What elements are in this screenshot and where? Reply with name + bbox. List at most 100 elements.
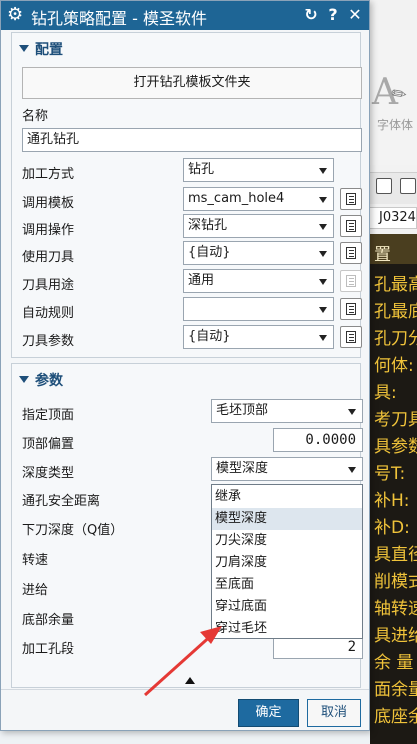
depth-type-option[interactable]: 刀尖深度	[212, 530, 362, 552]
name-input[interactable]: 通孔钻孔	[22, 128, 362, 152]
grid-icon[interactable]	[376, 178, 392, 194]
list-lines-icon	[346, 331, 356, 343]
name-label: 名称	[22, 109, 49, 124]
top-offset-label: 顶部偏置	[22, 437, 75, 452]
window-icon[interactable]	[400, 178, 416, 194]
background-panel-line: 补H:	[374, 491, 410, 511]
chevron-down-icon	[319, 197, 327, 203]
dialog-title: 钻孔策略配置 - 模圣软件	[31, 9, 207, 28]
cancel-button[interactable]: 取消	[307, 699, 361, 727]
config-row-value: {自动}	[188, 245, 231, 260]
list-icon[interactable]	[340, 326, 362, 348]
config-row-select[interactable]: ms_cam_hole4	[183, 187, 334, 211]
chevron-down-icon	[348, 467, 356, 473]
background-panel-line: 面余量	[374, 680, 417, 700]
reset-icon[interactable]: ↻	[301, 5, 321, 25]
help-icon[interactable]: ?	[323, 5, 343, 25]
gear-icon: ⚙	[7, 4, 24, 25]
background-panel-line: 孔最高	[374, 275, 417, 295]
background-panel-line: 轴转速	[374, 599, 417, 619]
chevron-down-icon	[348, 409, 356, 415]
through-safety-distance-label: 通孔安全距离	[22, 494, 101, 509]
depth-type-option[interactable]: 至底面	[212, 574, 362, 596]
collapse-triangle-icon	[19, 45, 29, 52]
background-panel-header-text: 置	[374, 245, 391, 265]
expand-up-icon[interactable]	[185, 677, 195, 684]
config-row-label: 自动规则	[22, 306, 75, 321]
ok-button[interactable]: 确定	[238, 699, 299, 727]
config-row-select[interactable]	[183, 297, 334, 321]
background-panel-line: 底座余	[374, 707, 417, 727]
list-icon[interactable]	[340, 188, 362, 210]
depth-type-dropdown: 继承 模型深度 刀尖深度 刀肩深度 至底面 穿过底面 穿过毛坯	[211, 484, 363, 639]
config-row-label: 刀具用途	[22, 278, 75, 293]
hole-segment-label: 加工孔段	[22, 642, 75, 657]
background-panel-line: 何体:	[374, 356, 414, 376]
background-panel-line: 补D:	[374, 518, 410, 538]
list-icon[interactable]	[340, 242, 362, 264]
depth-type-select[interactable]: 模型深度	[211, 457, 363, 481]
list-lines-icon	[346, 193, 356, 205]
top-face-label: 指定顶面	[22, 408, 75, 423]
config-row-value: 钻孔	[188, 162, 215, 177]
list-lines-icon	[346, 247, 356, 259]
depth-type-option[interactable]: 穿过底面	[212, 596, 362, 618]
depth-type-label: 深度类型	[22, 466, 75, 481]
depth-type-option[interactable]: 穿过毛坯	[212, 618, 362, 640]
background-panel-line: 考刀具	[374, 410, 417, 430]
background-panel-line: 号T:	[374, 464, 406, 484]
background-panel-line: 余 量	[374, 653, 414, 673]
config-row-label: 调用操作	[22, 223, 75, 238]
close-icon[interactable]: ✕	[345, 5, 365, 25]
config-row-select[interactable]: {自动}	[183, 241, 334, 265]
footer-divider	[1, 689, 369, 690]
depth-type-option[interactable]: 模型深度	[212, 508, 362, 530]
top-offset-input[interactable]: 0.0000	[273, 428, 363, 452]
chevron-down-icon	[319, 251, 327, 257]
config-section-header[interactable]: 配置	[19, 39, 63, 59]
dialog-titlebar[interactable]: ⚙ 钻孔策略配置 - 模圣软件 ↻ ? ✕	[1, 1, 369, 30]
config-row-label: 刀具参数	[22, 334, 75, 349]
background-panel-line: 具直径	[374, 545, 417, 565]
open-template-folder-button[interactable]: 打开钻孔模板文件夹	[22, 67, 362, 99]
config-row-select[interactable]: 深钻孔	[183, 214, 334, 238]
config-row-value: 深钻孔	[188, 218, 228, 233]
config-row-label: 加工方式	[22, 167, 75, 182]
peck-depth-label: 下刀深度（Q值）	[22, 523, 124, 538]
config-row-value: 通用	[188, 273, 215, 288]
background-panel-line: 具:	[374, 383, 397, 403]
chevron-down-icon	[319, 279, 327, 285]
spindle-speed-label: 转速	[22, 553, 49, 568]
depth-type-option[interactable]: 刀肩深度	[212, 552, 362, 574]
list-lines-icon	[346, 303, 356, 315]
config-row-select[interactable]: 钻孔	[183, 158, 334, 182]
background-panel-line: 孔最底	[374, 302, 417, 322]
config-row-select[interactable]: {自动}	[183, 325, 334, 349]
background-panel-line: 孔刀分	[374, 329, 417, 349]
collapse-triangle-icon	[19, 376, 29, 383]
background-font-label: 字体体	[377, 118, 414, 132]
list-icon[interactable]	[340, 298, 362, 320]
params-section-header[interactable]: 参数	[19, 370, 63, 390]
config-row-select[interactable]: 通用	[183, 269, 334, 293]
list-icon[interactable]	[340, 270, 362, 292]
drilling-strategy-dialog: ⚙ 钻孔策略配置 - 模圣软件 ↻ ? ✕ 配置 打开钻孔模板文件夹 名称 通孔…	[0, 0, 370, 731]
list-lines-icon	[346, 275, 356, 287]
chevron-down-icon	[319, 224, 327, 230]
background-panel-line: 具进给	[374, 626, 417, 646]
config-row-label: 使用刀具	[22, 250, 75, 265]
config-row-value: ms_cam_hole4	[188, 191, 285, 206]
chevron-down-icon	[319, 307, 327, 313]
config-row-value: {自动}	[188, 329, 231, 344]
feed-label: 进给	[22, 583, 49, 598]
list-icon[interactable]	[340, 215, 362, 237]
top-face-select[interactable]: 毛坯顶部	[211, 399, 363, 423]
list-lines-icon	[346, 220, 356, 232]
depth-type-option[interactable]: 继承	[212, 486, 362, 508]
bottom-allowance-label: 底部余量	[22, 613, 75, 628]
chevron-down-icon	[319, 168, 327, 174]
config-row-label: 调用模板	[22, 196, 75, 211]
chevron-down-icon	[319, 335, 327, 341]
background-panel-line: 具参数	[374, 437, 417, 457]
background-panel-line: 削模式	[374, 572, 417, 592]
